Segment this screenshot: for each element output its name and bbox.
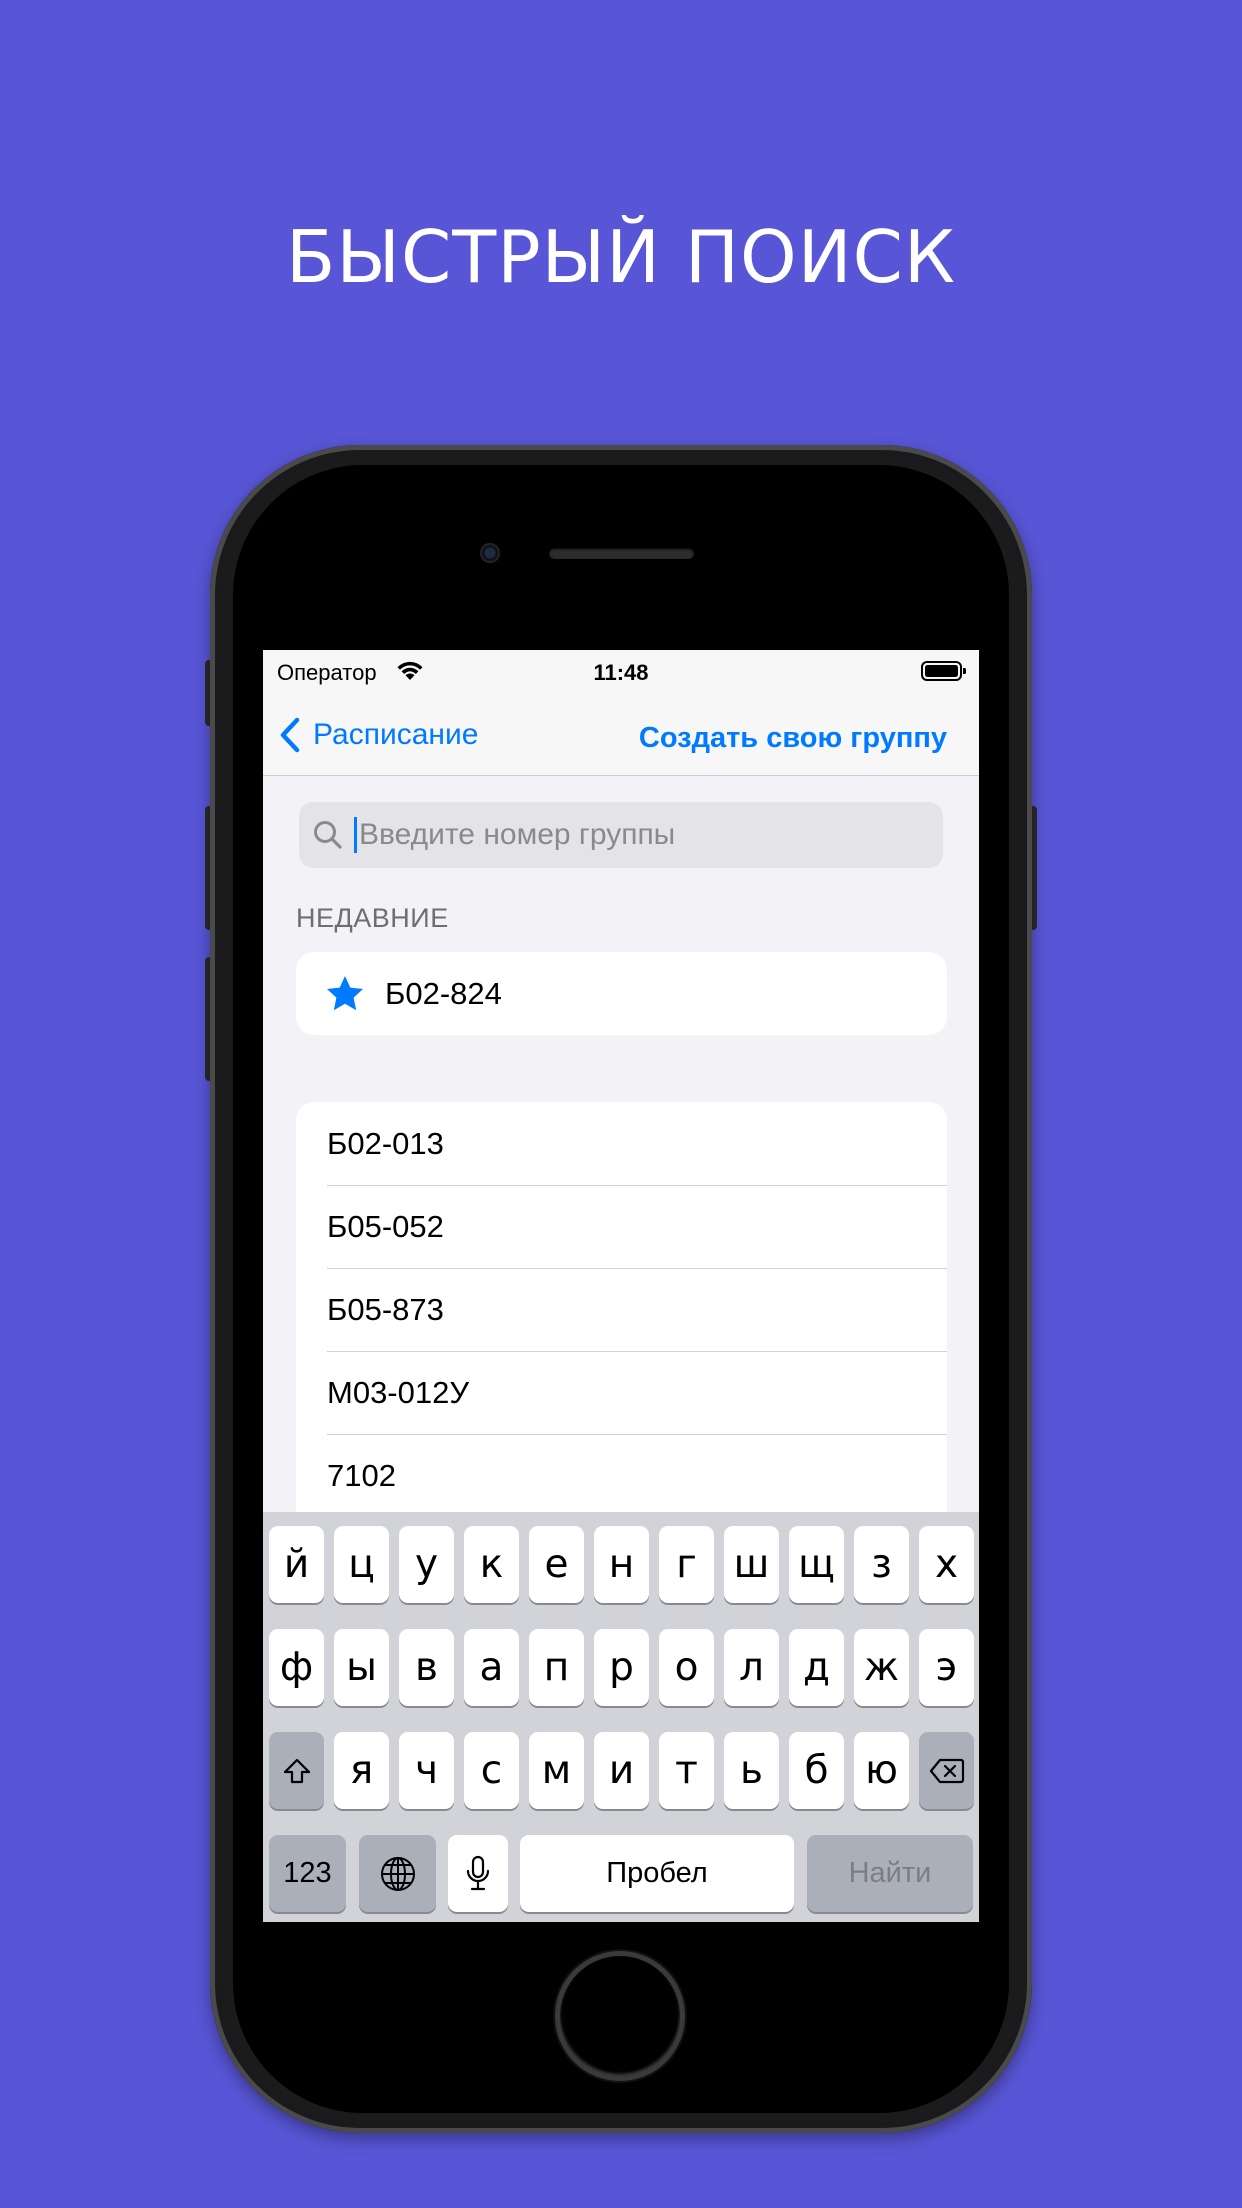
back-button[interactable]: Расписание [279, 713, 478, 757]
star-icon [327, 975, 363, 1010]
promo-headline: БЫСТРЫЙ ПОИСК [286, 215, 956, 299]
delete-key[interactable] [919, 1732, 974, 1809]
earpiece-speaker [549, 548, 694, 559]
status-time: 11:48 [593, 660, 649, 685]
group-row[interactable]: 7102 [296, 1434, 947, 1517]
navigation-bar: Расписание Создать свою группу [263, 695, 979, 776]
key-letter[interactable]: й [269, 1526, 324, 1603]
key-letter[interactable]: л [724, 1629, 779, 1706]
key-letter[interactable]: е [529, 1526, 584, 1603]
home-button[interactable] [555, 1951, 685, 2081]
key-letter[interactable]: к [464, 1526, 519, 1603]
numbers-key[interactable]: 123 [269, 1835, 346, 1912]
key-letter[interactable]: р [594, 1629, 649, 1706]
key-letter[interactable]: м [529, 1732, 584, 1809]
key-letter[interactable]: с [464, 1732, 519, 1809]
key-letter[interactable]: э [919, 1629, 974, 1706]
key-letter[interactable]: п [529, 1629, 584, 1706]
key-letter[interactable]: в [399, 1629, 454, 1706]
recent-item-label: Б02-824 [385, 975, 502, 1011]
phone-screen: Оператор 11:48 Расписание Создать свою г… [263, 650, 979, 1922]
key-letter[interactable]: и [594, 1732, 649, 1809]
create-group-button[interactable]: Создать свою группу [639, 722, 947, 755]
key-letter[interactable]: х [919, 1526, 974, 1603]
key-letter[interactable]: у [399, 1526, 454, 1603]
battery-icon [921, 661, 966, 681]
microphone-icon [466, 1855, 490, 1890]
group-row[interactable]: Б05-873 [296, 1268, 947, 1351]
shift-key[interactable] [269, 1732, 324, 1809]
recent-list-item[interactable]: Б02-824 [296, 952, 947, 1035]
key-letter[interactable]: з [854, 1526, 909, 1603]
group-row[interactable]: М03-012У [296, 1351, 947, 1434]
shift-icon [283, 1758, 310, 1783]
key-letter[interactable]: ц [334, 1526, 389, 1603]
key-letter[interactable]: б [789, 1732, 844, 1809]
backspace-icon [929, 1758, 964, 1783]
recent-section-header: НЕДАВНИЕ [296, 903, 449, 933]
key-letter[interactable]: г [659, 1526, 714, 1603]
key-letter[interactable]: ж [854, 1629, 909, 1706]
globe-key[interactable] [359, 1835, 436, 1912]
front-camera [480, 543, 500, 563]
groups-list: Б02-013 Б05-052 Б05-873 М03-012У 7102 [296, 1102, 947, 1542]
key-letter[interactable]: а [464, 1629, 519, 1706]
key-letter[interactable]: т [659, 1732, 714, 1809]
key-letter[interactable]: щ [789, 1526, 844, 1603]
group-row[interactable]: Б05-052 [296, 1185, 947, 1268]
space-key[interactable]: Пробел [520, 1835, 794, 1912]
key-letter[interactable]: я [334, 1732, 389, 1809]
group-row[interactable]: Б02-013 [296, 1102, 947, 1185]
search-return-key[interactable]: Найти [807, 1835, 973, 1912]
keyboard: й ц у к е н г ш щ з х ф ы в а п р о л д … [263, 1512, 979, 1922]
globe-icon [380, 1856, 415, 1891]
status-bar: Оператор 11:48 [263, 650, 979, 695]
key-letter[interactable]: о [659, 1629, 714, 1706]
key-letter[interactable]: н [594, 1526, 649, 1603]
dictation-key[interactable] [448, 1835, 508, 1912]
key-letter[interactable]: ю [854, 1732, 909, 1809]
key-letter[interactable]: ш [724, 1526, 779, 1603]
chevron-left-icon [280, 717, 300, 753]
key-letter[interactable]: ь [724, 1732, 779, 1809]
key-letter[interactable]: ы [334, 1629, 389, 1706]
search-input[interactable] [357, 818, 919, 852]
search-field[interactable] [299, 802, 943, 868]
key-letter[interactable]: д [789, 1629, 844, 1706]
search-icon [314, 821, 342, 849]
key-letter[interactable]: ч [399, 1732, 454, 1809]
back-button-label: Расписание [313, 718, 479, 751]
key-letter[interactable]: ф [269, 1629, 324, 1706]
